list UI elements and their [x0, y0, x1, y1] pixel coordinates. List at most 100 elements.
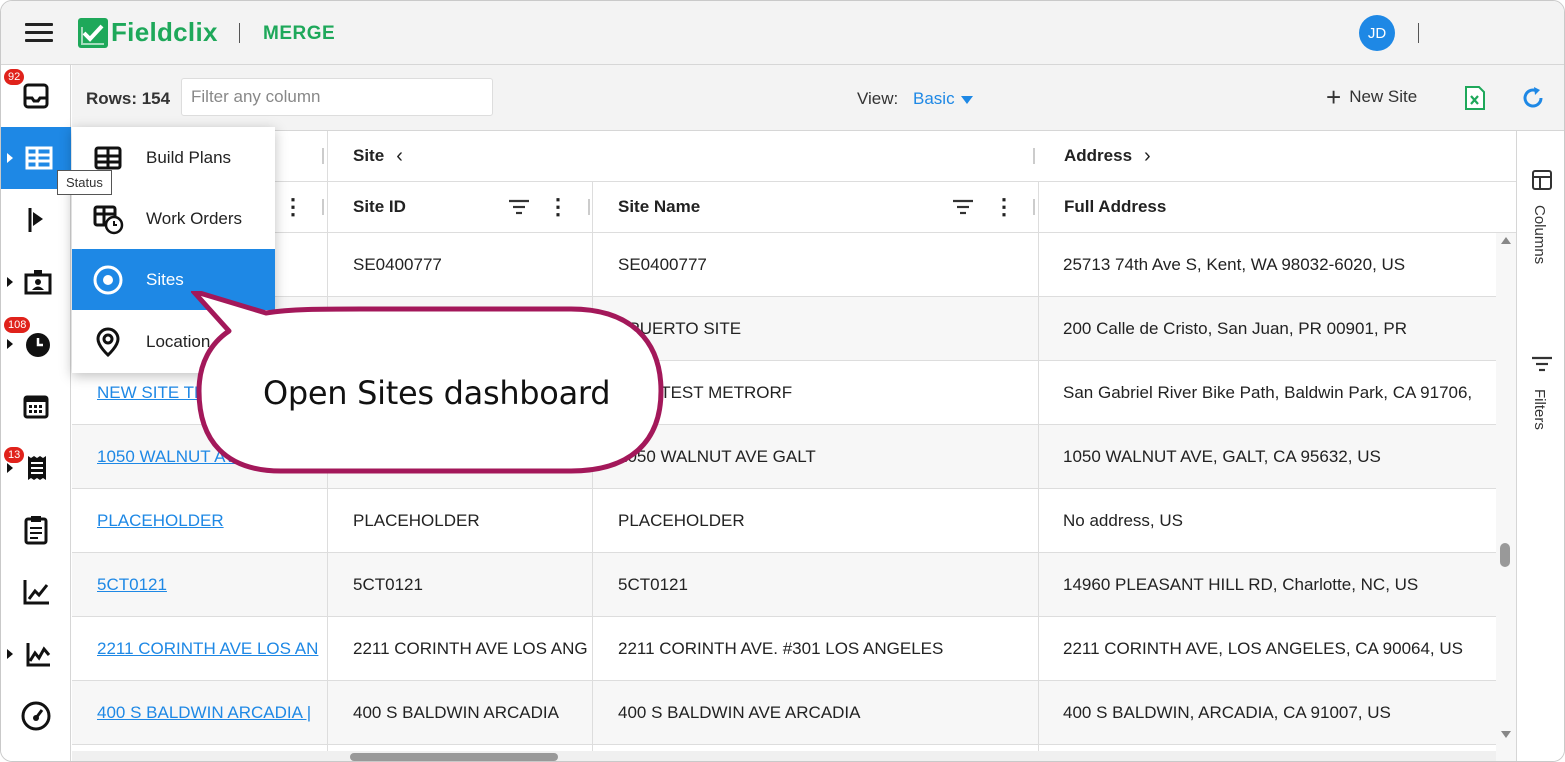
clock-icon	[26, 333, 50, 357]
column-menu-icon[interactable]: ⋮	[993, 194, 1015, 220]
table-row[interactable]: 400 S BALDWIN ARCADIA | 400 S BALDWIN AR…	[72, 681, 1496, 745]
sidebar-item-contacts[interactable]	[1, 251, 71, 313]
group-header-site[interactable]: Site ‹	[353, 131, 403, 181]
site-link[interactable]: 5CT0121	[97, 553, 327, 617]
site-name-cell: 1050 WALNUT AVE GALT	[618, 447, 816, 466]
address-cell: 200 Calle de Cristo, San Juan, PR 00901,…	[1063, 319, 1407, 338]
column-menu-icon[interactable]: ⋮	[547, 194, 569, 220]
columns-panel-tab[interactable]: Columns	[1531, 205, 1548, 264]
inbox-badge: 92	[4, 69, 25, 85]
column-divider	[327, 182, 328, 232]
rows-count: Rows: 154	[86, 89, 171, 108]
site-name-cell: - PUERTO SITE	[618, 319, 742, 338]
column-divider	[322, 199, 324, 215]
table-row[interactable]: SE0400777 SE0400777 25713 74th Ave S, Ke…	[72, 233, 1496, 297]
sidebar-item-calendar[interactable]	[1, 375, 71, 437]
sidebar-item-reports[interactable]	[1, 561, 71, 623]
site-name-cell: 400 S BALDWIN AVE ARCADIA	[618, 703, 861, 722]
chevron-left-icon[interactable]: ‹	[396, 145, 403, 168]
gauge-icon	[21, 701, 51, 731]
sidebar-item-dashboard[interactable]	[1, 685, 71, 747]
group-header-address-label: Address	[1064, 146, 1133, 165]
site-link[interactable]: 400 S BALDWIN ARCADIA |	[97, 681, 327, 745]
new-site-button[interactable]: + New Site	[1326, 82, 1417, 112]
column-divider	[327, 131, 328, 181]
filter-lines-icon[interactable]	[1531, 355, 1553, 373]
sidebar-item-inbox[interactable]: 92	[1, 65, 71, 127]
calendar-icon	[23, 395, 49, 419]
inbox-icon	[23, 83, 49, 109]
menu-item-label: Sites	[146, 269, 184, 289]
plus-icon: +	[1326, 82, 1342, 112]
callout-text: Open Sites dashboard	[263, 374, 611, 412]
sidebar-item-flag[interactable]	[1, 189, 71, 251]
column-divider	[1038, 182, 1039, 232]
site-link[interactable]: PLACEHOLDER	[97, 489, 327, 553]
horizontal-scrollbar[interactable]	[72, 751, 1496, 761]
column-header-site-id[interactable]: Site ID	[353, 182, 406, 232]
menu-item-work-orders[interactable]: Work Orders	[72, 188, 275, 249]
scroll-up-icon[interactable]	[1501, 237, 1511, 244]
site-id-cell: PLACEHOLDER	[353, 511, 480, 530]
expand-arrow-icon	[7, 649, 13, 659]
map-pin-icon	[96, 327, 120, 358]
table-row[interactable]: 5CT0121 5CT0121 5CT0121 14960 PLEASANT H…	[72, 553, 1496, 617]
column-header-site-name[interactable]: Site Name	[618, 182, 700, 232]
view-value: Basic	[913, 89, 955, 108]
user-avatar[interactable]: JD	[1359, 15, 1395, 51]
line-chart-icon	[23, 580, 49, 605]
columns-icon[interactable]	[1531, 169, 1553, 191]
site-id-cell: SE0400777	[353, 255, 442, 274]
expand-arrow-icon	[7, 153, 13, 163]
table-clock-icon	[93, 205, 124, 235]
hamburger-menu-icon[interactable]	[25, 23, 53, 43]
sidebar-item-clipboard[interactable]	[1, 499, 71, 561]
site-name-cell: SE0400777	[618, 255, 707, 274]
sidebar-item-analytics[interactable]	[1, 623, 71, 685]
address-cell: No address, US	[1063, 511, 1183, 530]
filter-icon[interactable]	[508, 198, 530, 216]
address-cell: 14960 PLEASANT HILL RD, Charlotte, NC, U…	[1063, 575, 1419, 594]
scrollbar-thumb[interactable]	[1500, 543, 1510, 567]
sidebar-item-time[interactable]: 108	[1, 313, 71, 375]
excel-export-icon[interactable]	[1464, 85, 1486, 116]
column-divider	[588, 199, 590, 215]
vertical-scrollbar[interactable]	[1496, 233, 1516, 761]
filters-panel-tab[interactable]: Filters	[1531, 389, 1548, 430]
column-menu-icon[interactable]: ⋮	[282, 194, 304, 220]
expand-arrow-icon	[7, 339, 13, 349]
site-name-cell: 2211 CORINTH AVE. #301 LOS ANGELES	[618, 639, 944, 658]
expand-arrow-icon	[7, 277, 13, 287]
table-row[interactable]: 2211 CORINTH AVE LOS AN 2211 CORINTH AVE…	[72, 617, 1496, 681]
site-link[interactable]: 2211 CORINTH AVE LOS AN	[97, 617, 327, 681]
logo-check-icon	[78, 17, 108, 48]
scroll-down-icon[interactable]	[1501, 731, 1511, 738]
divider	[239, 23, 240, 43]
refresh-icon[interactable]	[1520, 85, 1546, 116]
site-id-cell: 2211 CORINTH AVE LOS ANG	[353, 639, 588, 658]
site-name-cell: 5CT0121	[618, 575, 688, 594]
menu-item-label: Build Plans	[146, 147, 232, 167]
logo[interactable]: Fieldclix	[78, 17, 218, 48]
view-label: View:	[857, 89, 899, 108]
sidebar-item-tickets[interactable]: 13	[1, 437, 71, 499]
divider	[1418, 23, 1419, 43]
address-cell: 25713 74th Ave S, Kent, WA 98032-6020, U…	[1063, 255, 1406, 274]
address-cell: 1050 WALNUT AVE, GALT, CA 95632, US	[1063, 447, 1381, 466]
site-id-cell: 5CT0121	[353, 575, 423, 594]
chevron-right-icon[interactable]: ›	[1144, 145, 1151, 168]
group-header-address[interactable]: Address ›	[1064, 131, 1151, 181]
filter-icon[interactable]	[952, 198, 974, 216]
group-header-site-label: Site	[353, 146, 385, 165]
column-divider	[322, 148, 324, 164]
grid-toolbar: Rows: 154 View: Basic + New Site	[72, 65, 1564, 131]
view-dropdown[interactable]: Basic	[913, 89, 973, 109]
filter-input[interactable]	[181, 78, 493, 116]
column-header-full-address[interactable]: Full Address	[1064, 182, 1166, 232]
receipt-icon	[28, 456, 46, 480]
column-divider	[1033, 148, 1035, 164]
scrollbar-thumb[interactable]	[350, 753, 558, 761]
caret-down-icon	[960, 95, 973, 104]
column-header-row: ⋮ Site ID ⋮ Site Name ⋮ Full Address	[72, 182, 1516, 233]
table-row[interactable]: PLACEHOLDER PLACEHOLDER PLACEHOLDER No a…	[72, 489, 1496, 553]
